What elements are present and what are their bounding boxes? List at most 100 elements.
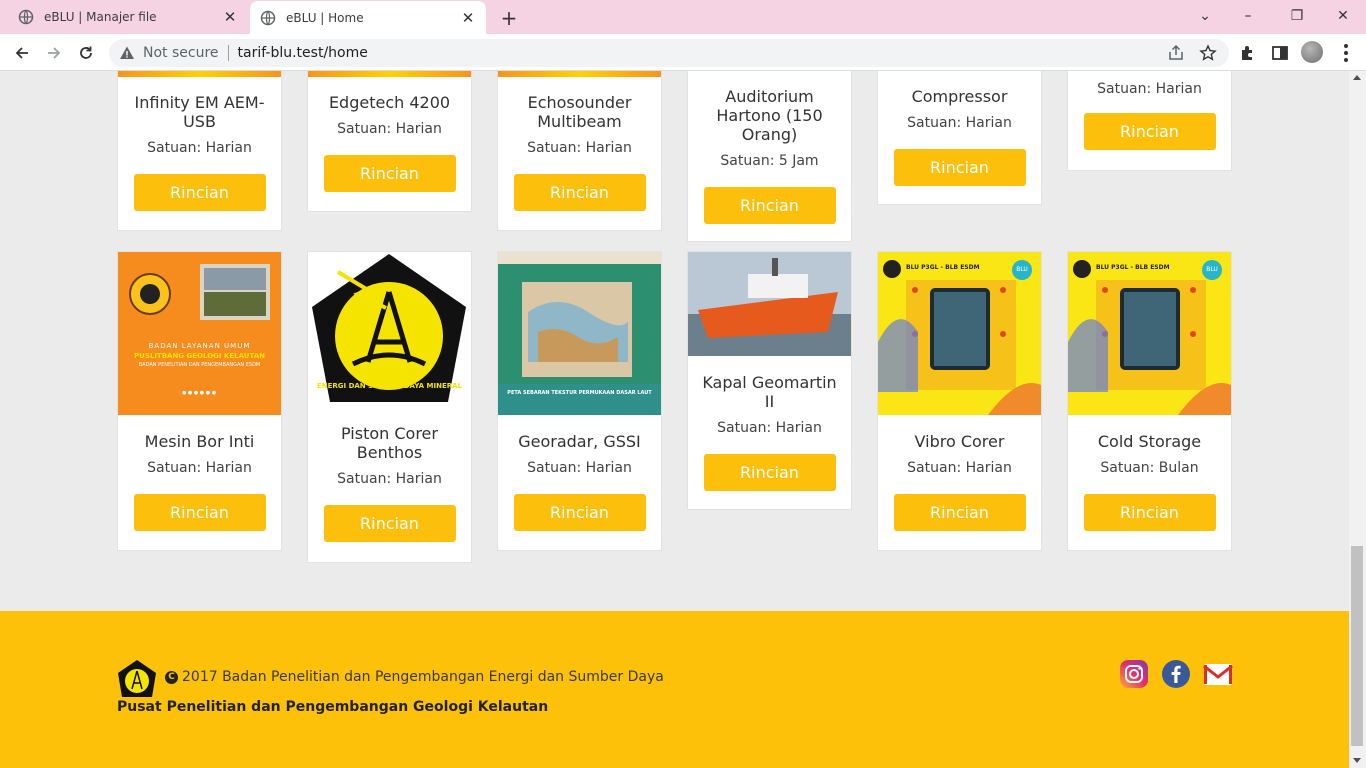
rincian-button[interactable]: Rincian bbox=[893, 494, 1026, 531]
product-name: Echosounder Multibeam bbox=[527, 93, 632, 131]
scroll-down-icon[interactable] bbox=[1353, 758, 1361, 763]
browser-toolbar: Not secure tarif-blu.test/home bbox=[0, 34, 1366, 71]
copyright-icon: C bbox=[165, 670, 178, 684]
product-card: Kapal Geomartin II Satuan: Harian Rincia… bbox=[687, 251, 852, 510]
product-card: Compressor Satuan: Harian Rincian bbox=[877, 71, 1042, 205]
rincian-button[interactable]: Rincian bbox=[513, 494, 646, 531]
product-image: ● ● ● ● ● ● BADAN LAYANAN UMUM PUSLITBAN… bbox=[118, 252, 281, 415]
product-unit: Satuan: Harian bbox=[907, 115, 1012, 131]
rincian-button[interactable]: Rincian bbox=[703, 187, 836, 224]
product-image: ENERGI DAN SUMBER DAYA MINERAL bbox=[308, 252, 471, 415]
tab-home[interactable]: eBLU | Home ✕ bbox=[250, 1, 486, 35]
product-unit: Satuan: Harian bbox=[147, 460, 252, 476]
rincian-button[interactable]: Rincian bbox=[893, 149, 1026, 186]
image-caption-2: PUSLITBANG GEOLOGI KELAUTAN bbox=[134, 352, 265, 360]
rincian-button[interactable]: Rincian bbox=[133, 494, 266, 531]
product-card: Echosounder Multibeam Satuan: Harian Rin… bbox=[497, 71, 662, 231]
extensions-icon[interactable] bbox=[1238, 43, 1258, 63]
product-card: BLU P3GL - BLB ESDM BLU Vibro Corer Satu… bbox=[877, 251, 1042, 551]
arrow-left-icon bbox=[15, 47, 28, 59]
product-card: Infinity EM AEM-USB Satuan: Harian Rinci… bbox=[117, 71, 282, 231]
product-card: ● ● ● ● ● ● BADAN LAYANAN UMUM PUSLITBAN… bbox=[117, 251, 282, 551]
product-unit: Satuan: Harian bbox=[147, 140, 252, 156]
rincian-button[interactable]: Rincian bbox=[513, 174, 646, 211]
image-caption-3: BADAN PENELITIAN DAN PENGEMBANGAN ESDM bbox=[138, 362, 261, 368]
tab-title: eBLU | Home bbox=[286, 11, 364, 25]
address-bar[interactable]: Not secure tarif-blu.test/home bbox=[109, 39, 1229, 67]
product-name: Auditorium Hartono (150 Orang) bbox=[716, 87, 823, 144]
product-unit: Satuan: Harian bbox=[337, 471, 442, 487]
restore-icon[interactable]: ❐ bbox=[1285, 5, 1309, 27]
rincian-button[interactable]: Rincian bbox=[703, 454, 836, 491]
image-caption-1: BADAN LAYANAN UMUM bbox=[148, 342, 251, 350]
rincian-button[interactable]: Rincian bbox=[323, 155, 456, 192]
product-card: Satuan: Harian Rincian bbox=[1067, 71, 1232, 171]
product-name: Infinity EM AEM-USB bbox=[134, 93, 265, 131]
product-image bbox=[498, 71, 661, 77]
url-text[interactable]: tarif-blu.test/home bbox=[238, 45, 368, 61]
blu-badge: BLU bbox=[1012, 260, 1032, 280]
product-name: Piston Corer Benthos bbox=[341, 424, 438, 462]
product-card: BLU P3GL - BLB ESDM BLU Cold Storage Sat… bbox=[1067, 251, 1232, 551]
copyright-text: 2017 Badan Penelitian dan Pengembangan E… bbox=[182, 669, 664, 685]
bookmark-star-icon[interactable] bbox=[1199, 44, 1217, 62]
close-icon[interactable]: ✕ bbox=[222, 9, 238, 25]
side-panel-icon[interactable] bbox=[1270, 43, 1290, 63]
tab-search-chevron-icon[interactable]: ⌄ bbox=[1193, 5, 1217, 27]
tab-strip: eBLU | Manajer file ✕ eBLU | Home ✕ + ⌄ … bbox=[0, 0, 1366, 35]
product-name: Edgetech 4200 bbox=[328, 93, 451, 112]
logo-text: ENERGI DAN SUMBER DAYA MINERAL bbox=[316, 382, 463, 390]
organization-name: Pusat Penelitian dan Pengembangan Geolog… bbox=[117, 699, 549, 715]
product-image: PETA SEBARAN TEKSTUR PERMUKAAN DASAR LAU… bbox=[498, 252, 661, 415]
warning-icon[interactable] bbox=[119, 45, 135, 61]
close-icon[interactable]: ✕ bbox=[460, 10, 476, 26]
gmail-icon[interactable] bbox=[1203, 659, 1233, 689]
security-label[interactable]: Not secure bbox=[143, 45, 219, 61]
product-unit: Satuan: Harian bbox=[1097, 81, 1202, 97]
product-image bbox=[308, 71, 471, 77]
product-name: Cold Storage bbox=[1097, 432, 1202, 451]
product-name: Mesin Bor Inti bbox=[144, 432, 255, 451]
share-icon[interactable] bbox=[1167, 44, 1185, 62]
rincian-button[interactable]: Rincian bbox=[1083, 494, 1216, 531]
product-image bbox=[118, 71, 281, 77]
blu-header: BLU P3GL - BLB ESDM bbox=[906, 264, 980, 271]
blu-header: BLU P3GL - BLB ESDM bbox=[1096, 264, 1170, 271]
forward-button[interactable] bbox=[42, 41, 66, 65]
blu-badge: BLU bbox=[1202, 260, 1222, 280]
page-content: Infinity EM AEM-USB Satuan: Harian Rinci… bbox=[0, 71, 1349, 768]
facebook-icon[interactable] bbox=[1161, 659, 1191, 689]
globe-icon bbox=[18, 9, 34, 25]
arrow-right-icon bbox=[48, 47, 61, 59]
back-button[interactable] bbox=[10, 41, 34, 65]
instagram-icon[interactable] bbox=[1119, 659, 1149, 689]
new-tab-button[interactable]: + bbox=[498, 7, 520, 29]
minimize-icon[interactable]: – bbox=[1236, 5, 1260, 27]
esdm-logo-icon bbox=[118, 660, 156, 697]
product-unit: Satuan: 5 Jam bbox=[720, 153, 819, 169]
tab-manajer-file[interactable]: eBLU | Manajer file ✕ bbox=[0, 0, 248, 34]
scrollbar-thumb[interactable] bbox=[1351, 546, 1363, 746]
rincian-button[interactable]: Rincian bbox=[1083, 113, 1216, 150]
footer: C 2017 Badan Penelitian dan Pengembangan… bbox=[0, 611, 1349, 768]
product-card: Auditorium Hartono (150 Orang) Satuan: 5… bbox=[687, 71, 852, 242]
rincian-button[interactable]: Rincian bbox=[133, 174, 266, 211]
product-name: Compressor bbox=[911, 87, 1008, 106]
product-image bbox=[688, 252, 851, 356]
scroll-up-icon[interactable] bbox=[1353, 75, 1361, 80]
close-window-icon[interactable]: ✕ bbox=[1331, 5, 1355, 27]
globe-icon bbox=[260, 10, 276, 26]
reload-button[interactable] bbox=[74, 41, 98, 65]
product-unit: Satuan: Harian bbox=[907, 460, 1012, 476]
product-unit: Satuan: Harian bbox=[337, 121, 442, 137]
tab-title: eBLU | Manajer file bbox=[44, 10, 157, 24]
browser-menu-icon[interactable] bbox=[1336, 42, 1356, 64]
product-unit: Satuan: Bulan bbox=[1100, 460, 1199, 476]
product-image: BLU P3GL - BLB ESDM BLU bbox=[878, 252, 1041, 415]
map-title: PETA SEBARAN TEKSTUR PERMUKAAN DASAR LAU… bbox=[507, 390, 652, 396]
product-name: Kapal Geomartin II bbox=[702, 373, 837, 411]
divider bbox=[227, 45, 229, 61]
profile-avatar[interactable] bbox=[1301, 41, 1323, 63]
reload-icon bbox=[80, 46, 92, 59]
rincian-button[interactable]: Rincian bbox=[323, 505, 456, 542]
